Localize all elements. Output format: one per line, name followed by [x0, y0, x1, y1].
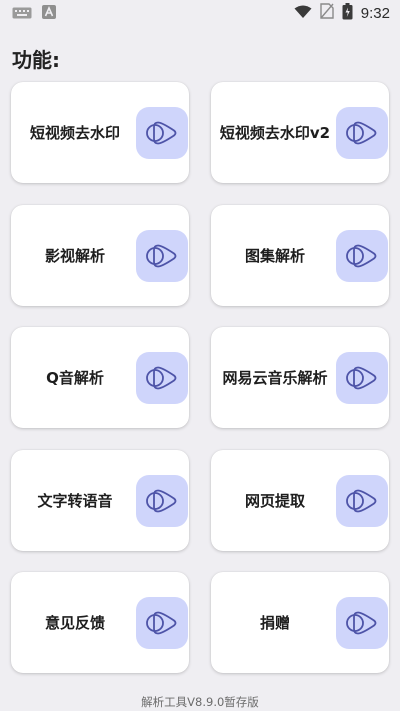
play-logo-icon	[136, 475, 188, 527]
play-logo-icon	[136, 352, 188, 404]
play-logo-icon	[336, 597, 388, 649]
version-footer: 解析工具V8.9.0暂存版	[141, 695, 259, 709]
card-text-to-speech[interactable]: 文字转语音	[11, 450, 189, 551]
card-label: 影视解析	[44, 247, 105, 265]
card-label: 图集解析	[244, 247, 305, 265]
card-short-video-watermark-v2[interactable]: 短视频去水印v2	[211, 82, 389, 183]
play-logo-icon	[136, 230, 188, 282]
play-logo-icon	[136, 597, 188, 649]
card-label: 捐赠	[259, 614, 290, 632]
card-qq-music-parse[interactable]: Q音解析	[11, 327, 189, 428]
card-donate[interactable]: 捐赠	[211, 572, 389, 673]
card-label: 短视频去水印	[29, 124, 120, 142]
card-label: 短视频去水印v2	[219, 124, 331, 142]
card-netease-music-parse[interactable]: 网易云音乐解析	[211, 327, 389, 428]
card-web-extract[interactable]: 网页提取	[211, 450, 389, 551]
card-label: Q音解析	[46, 369, 104, 387]
card-label: 网页提取	[244, 492, 305, 510]
card-short-video-watermark[interactable]: 短视频去水印	[11, 82, 189, 183]
card-feedback[interactable]: 意见反馈	[11, 572, 189, 673]
feature-grid: 短视频去水印 短视频去水印v2 影视解析 图集解析 Q音解析 网易云音乐解析 文…	[0, 0, 400, 711]
card-gallery-parse[interactable]: 图集解析	[211, 205, 389, 306]
card-label: 文字转语音	[37, 492, 113, 510]
card-label: 网易云音乐解析	[222, 369, 328, 387]
play-logo-icon	[336, 230, 388, 282]
card-film-parse[interactable]: 影视解析	[11, 205, 189, 306]
play-logo-icon	[336, 475, 388, 527]
play-logo-icon	[136, 107, 188, 159]
card-label: 意见反馈	[44, 614, 105, 632]
play-logo-icon	[336, 107, 388, 159]
play-logo-icon	[336, 352, 388, 404]
